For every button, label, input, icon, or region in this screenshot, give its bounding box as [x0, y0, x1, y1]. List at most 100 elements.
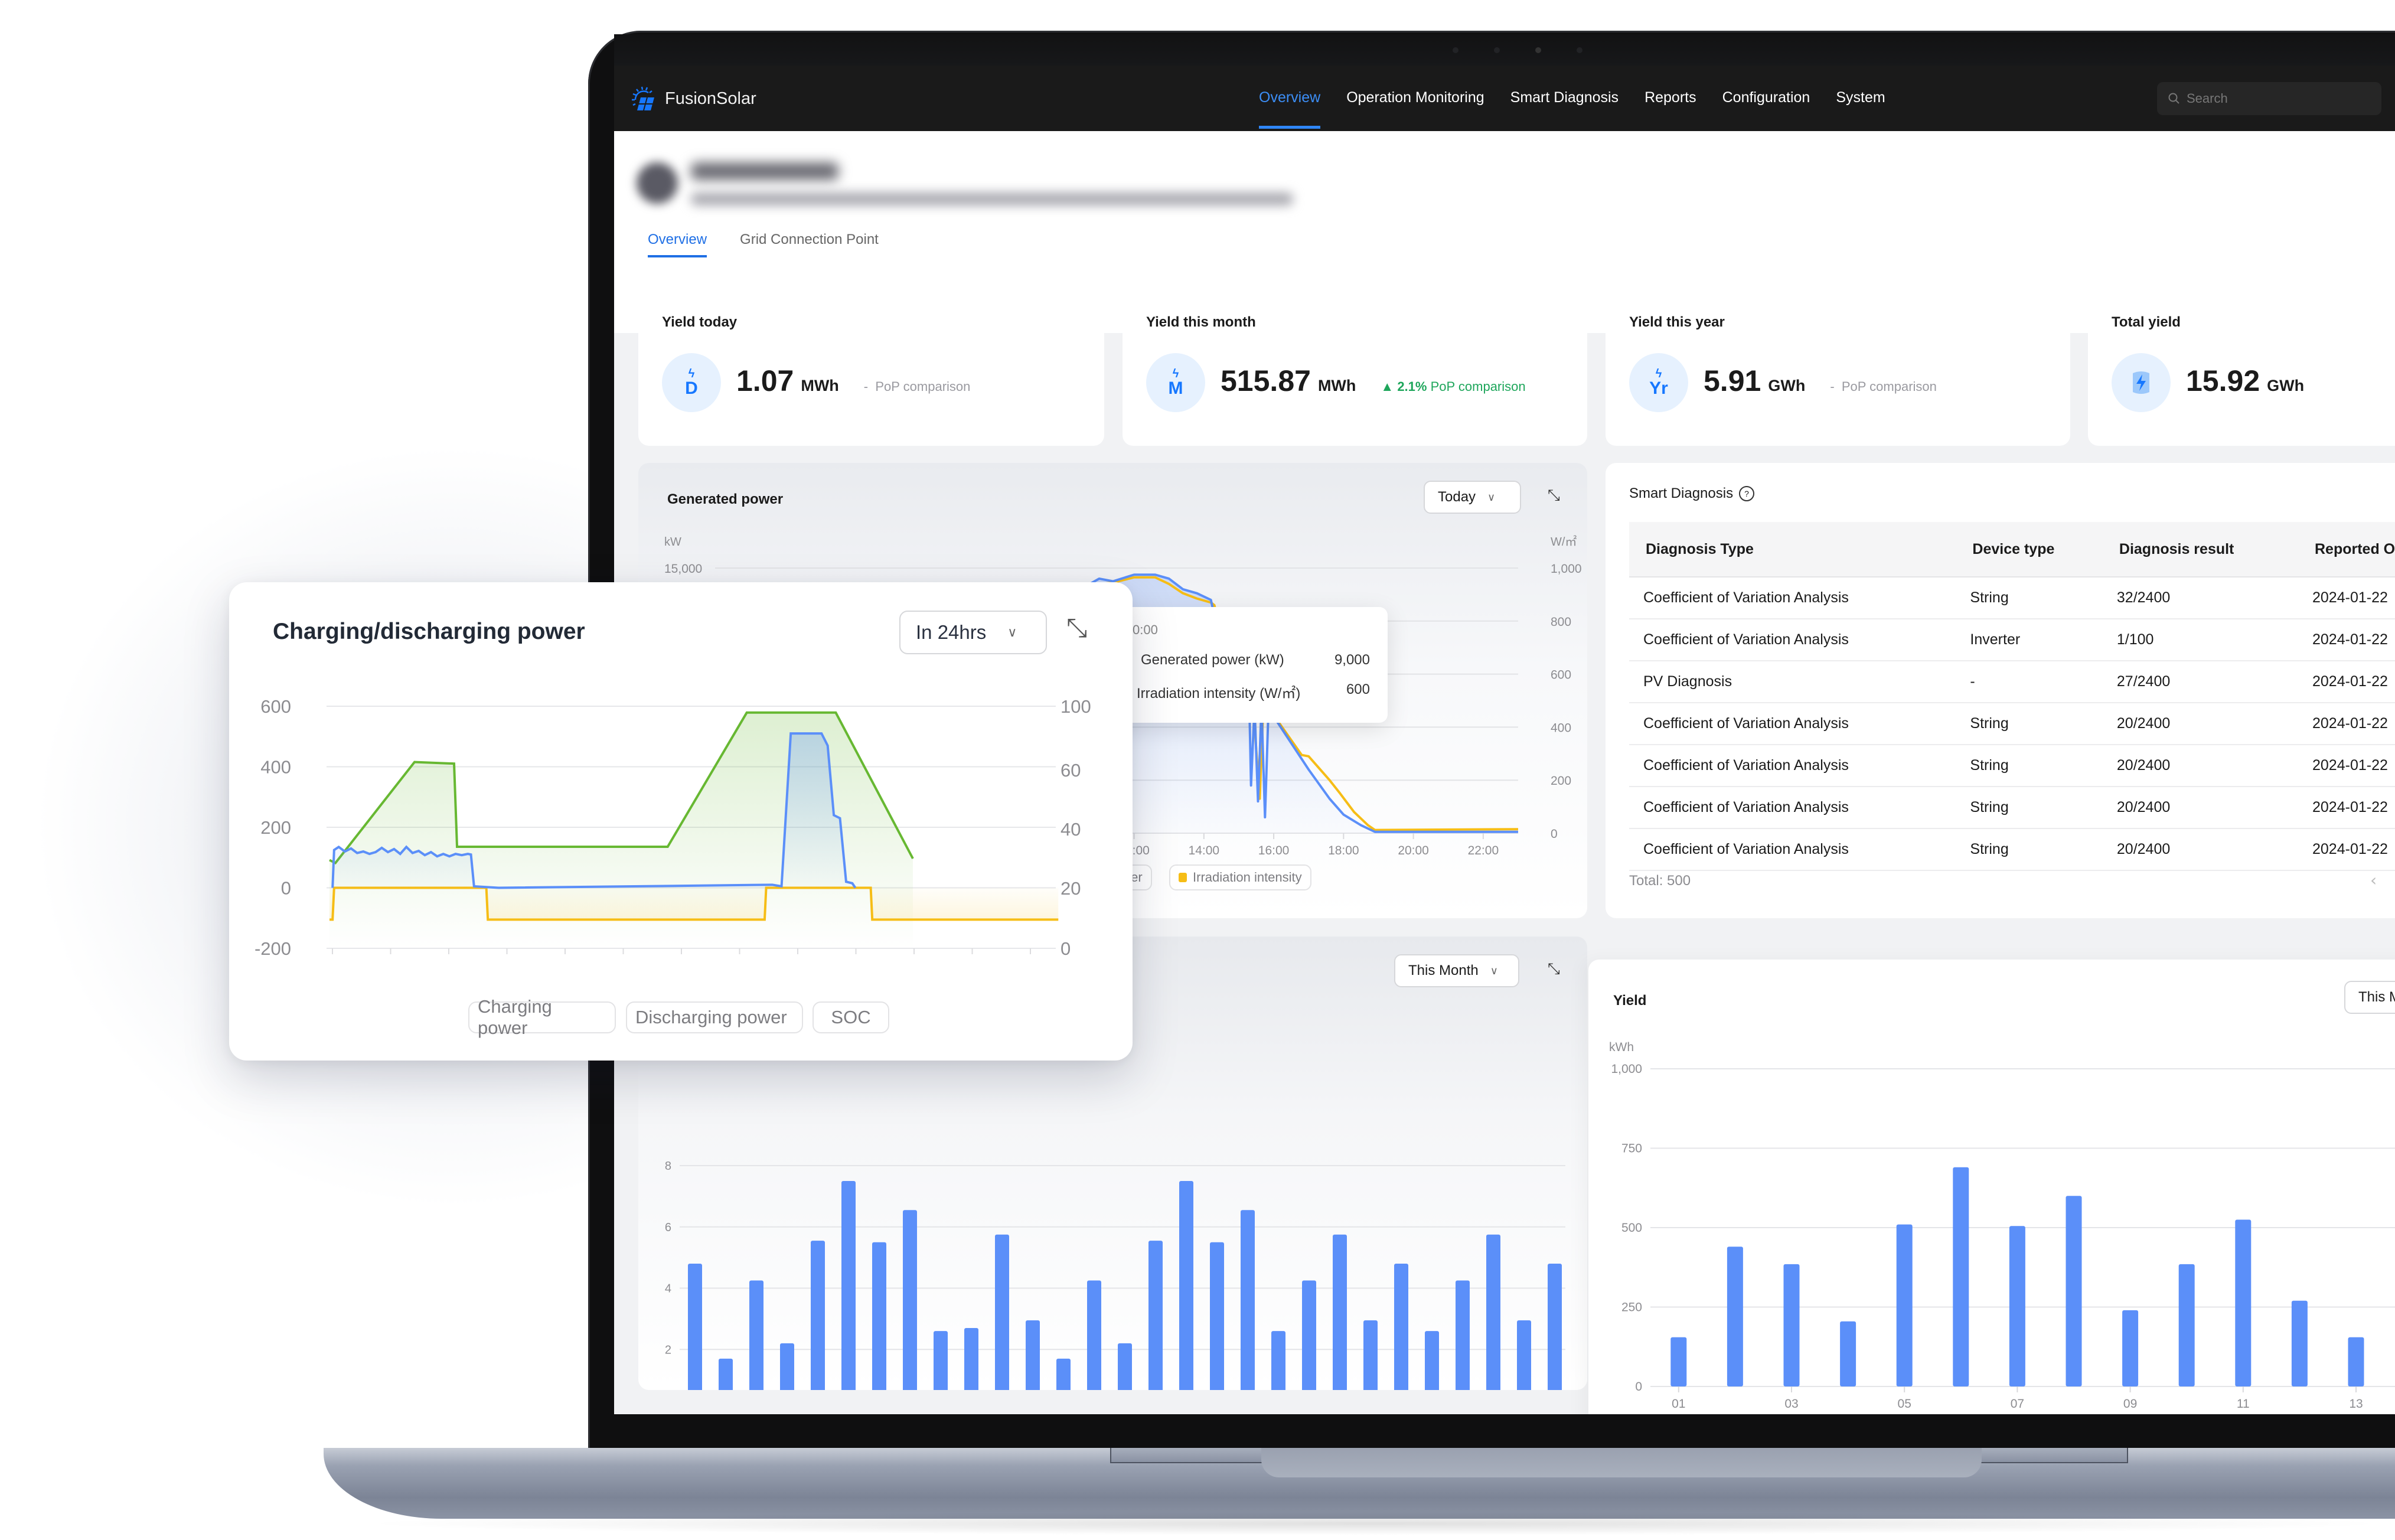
table-row[interactable]: Coefficient of Variation Analysis String 2…: [1629, 787, 2395, 829]
nav-operation-monitoring[interactable]: Operation Monitoring: [1346, 89, 1484, 106]
bar: [749, 1280, 763, 1390]
bar: [1425, 1331, 1439, 1390]
laptop-notch: [1261, 1448, 1982, 1477]
x-tick-label: 03: [1784, 1397, 1798, 1411]
y-tick-label: 6: [665, 1221, 671, 1234]
cell-diagnosis-result: 27/2400: [2102, 661, 2298, 703]
bar: [1456, 1280, 1470, 1390]
cell-diagnosis-result: 20/2400: [2102, 745, 2298, 787]
x-tick-label: 20:00: [1398, 844, 1429, 857]
bar: [1087, 1280, 1101, 1390]
x-tick-label: 18:00: [1328, 844, 1359, 857]
cell-diagnosis-result: 32/2400: [2102, 577, 2298, 619]
table-row[interactable]: Coefficient of Variation Analysis String 2…: [1629, 828, 2395, 871]
bar: [2178, 1264, 2195, 1386]
camera-sensor-icon: [1494, 47, 1500, 53]
cell-diagnosis-result: 20/2400: [2102, 828, 2298, 871]
col-reported-on[interactable]: Reported On: [2298, 522, 2395, 578]
brand-logo[interactable]: FusionSolar: [631, 86, 756, 112]
top-nav: FusionSolar Overview Operation Monitorin…: [614, 66, 2395, 131]
y-tick-label: 250: [1621, 1301, 1642, 1314]
bar: [1953, 1167, 1969, 1386]
y-tick-label: 0: [1635, 1380, 1642, 1394]
cell-reported-on: 2024-01-22: [2298, 828, 2395, 871]
col-diagnosis-result[interactable]: Diagnosis result: [2102, 522, 2298, 578]
bar: [2122, 1310, 2139, 1386]
x-tick-label: 16:00: [1258, 844, 1290, 857]
bar: [811, 1241, 825, 1390]
x-tick-label: 07: [2011, 1397, 2024, 1411]
bar: [2348, 1337, 2364, 1386]
cell-reported-on: 2024-01-22: [2298, 745, 2395, 787]
tooltip-label: Irradiation intensity (W/㎡): [1137, 686, 1301, 702]
nav-system[interactable]: System: [1836, 89, 1885, 106]
pager-prev-icon[interactable]: ‹: [2370, 870, 2377, 890]
legend-charging-power[interactable]: Charging power: [468, 996, 616, 1038]
bar: [1271, 1331, 1285, 1390]
col-device-type[interactable]: Device type: [1956, 522, 2103, 578]
x-tick-label: 14:00: [1189, 844, 1220, 857]
legend-discharging-power[interactable]: Discharging power: [626, 1001, 803, 1033]
cell-device-type: -: [1956, 661, 2103, 703]
y-tick-label: 15,000: [664, 562, 702, 576]
kpi-card-yield-month: Yield this month ϟM 515.87 MWh ▲ 2.1% PoP…: [1123, 292, 1587, 446]
kpi-card-total-yield: Total yield 15.92 GWh: [2088, 292, 2395, 446]
table-row[interactable]: Coefficient of Variation Analysis String 3…: [1629, 577, 2395, 619]
col-diagnosis-type[interactable]: Diagnosis Type: [1629, 522, 1956, 578]
bar: [934, 1331, 948, 1390]
bar: [1670, 1337, 1687, 1386]
y-tick-label-right: 0: [1061, 938, 1071, 959]
table-row[interactable]: Coefficient of Variation Analysis String 2…: [1629, 745, 2395, 787]
bar: [688, 1264, 702, 1390]
bar: [964, 1327, 978, 1390]
y-tick-label: 8: [665, 1160, 671, 1173]
camera-icon: [1535, 47, 1541, 53]
chart-tooltip: 0:00 Generated power (kW) 9,000 Irradiat…: [1092, 607, 1388, 723]
bar: [780, 1343, 794, 1390]
y-tick-label-right: 200: [1551, 774, 1571, 788]
legend-irradiation-intensity[interactable]: Irradiation intensity: [1169, 864, 1311, 890]
table-row[interactable]: PV Diagnosis -27/2400 2024-01-22: [1629, 661, 2395, 703]
yield-bar-chart: kWh02505007501,0000103050709111315171921…: [1609, 1040, 2395, 1411]
kpi-title: Total yield: [2112, 314, 2181, 330]
tab-grid-connection-point[interactable]: Grid Connection Point: [740, 231, 879, 248]
table-row[interactable]: Coefficient of Variation Analysis String 2…: [1629, 703, 2395, 745]
main-menu: Overview Operation Monitoring Smart Diag…: [1259, 89, 1885, 129]
cell-diagnosis-type: Coefficient of Variation Analysis: [1629, 745, 1956, 787]
legend-soc[interactable]: SOC: [813, 1001, 889, 1033]
bar: [1241, 1210, 1255, 1390]
y-tick-label-right: 20: [1061, 878, 1081, 899]
bar: [872, 1242, 886, 1390]
brand-name: FusionSolar: [665, 89, 756, 108]
bar: [1896, 1224, 1913, 1386]
table-total: Total: 500: [1629, 873, 1691, 889]
search-placeholder: Search: [2187, 91, 2228, 106]
help-icon[interactable]: ?: [1739, 486, 1755, 501]
nav-smart-diagnosis[interactable]: Smart Diagnosis: [1510, 89, 1619, 106]
bar: [2291, 1300, 2308, 1386]
y-axis-unit-left: kW: [664, 536, 681, 549]
nav-overview[interactable]: Overview: [1259, 89, 1321, 129]
nav-reports[interactable]: Reports: [1644, 89, 1696, 106]
search-input[interactable]: Search: [2157, 82, 2381, 115]
plant-avatar: [637, 162, 678, 204]
kpi-title: Yield today: [662, 314, 738, 330]
tab-overview[interactable]: Overview: [648, 231, 707, 257]
bar: [1394, 1264, 1408, 1390]
month-energy-icon: ϟM: [1146, 353, 1205, 412]
kpi-title: Yield this month: [1146, 314, 1256, 330]
x-tick-label: 13: [2349, 1397, 2363, 1411]
x-tick-label: 22:00: [1468, 844, 1499, 857]
bar: [1179, 1180, 1193, 1390]
nav-configuration[interactable]: Configuration: [1722, 89, 1810, 106]
cell-diagnosis-type: Coefficient of Variation Analysis: [1629, 703, 1956, 745]
y-tick-label: 200: [260, 817, 291, 838]
smart-diagnosis-panel: Smart Diagnosis? Diagnosis Type Device t…: [1606, 463, 2395, 918]
total-energy-icon: [2112, 353, 2171, 412]
cell-reported-on: 2024-01-22: [2298, 577, 2395, 619]
table-row[interactable]: Coefficient of Variation Analysis Inverte…: [1629, 619, 2395, 661]
bar: [2235, 1219, 2252, 1386]
bar: [1118, 1343, 1132, 1390]
camera-sensor-icon: [1453, 47, 1458, 53]
y-tick-label-right: 0: [1551, 827, 1558, 841]
